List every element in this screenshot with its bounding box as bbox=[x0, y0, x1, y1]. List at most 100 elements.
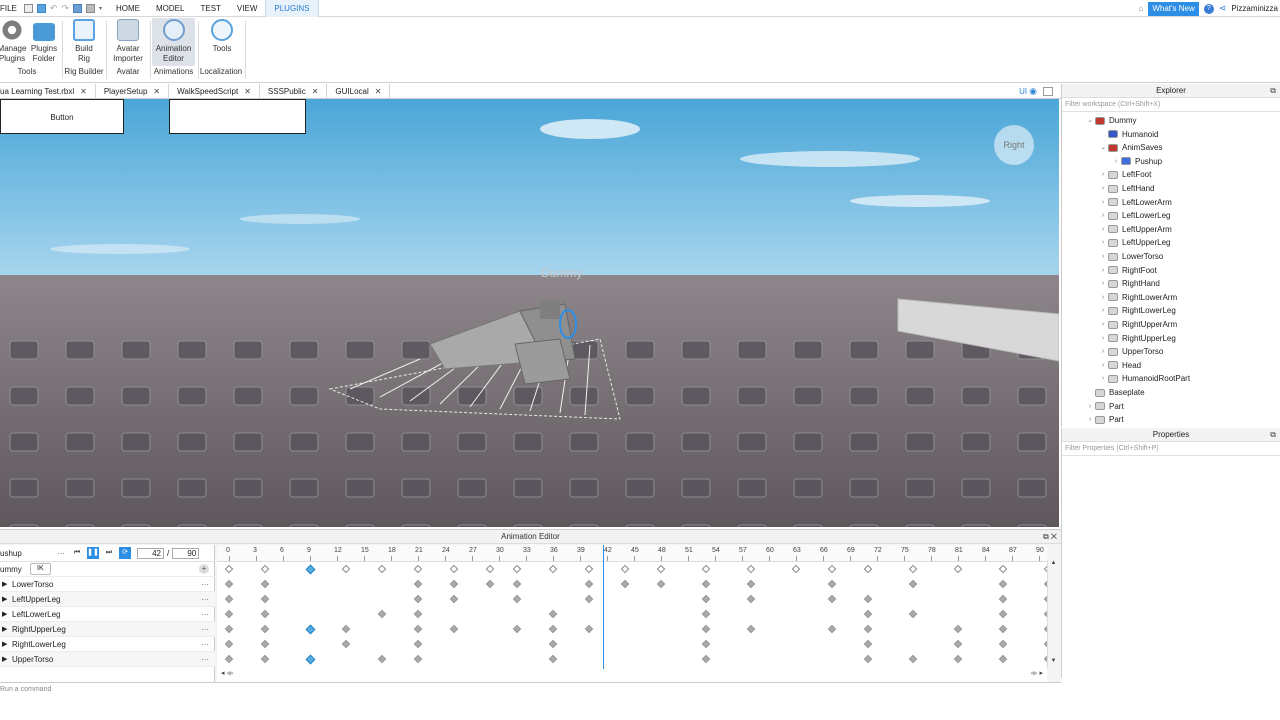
keyframe[interactable] bbox=[413, 624, 423, 634]
collapse-ribbon-icon[interactable]: ⌂ bbox=[1138, 4, 1143, 13]
keyframe[interactable] bbox=[791, 564, 801, 574]
chevron-right-icon[interactable]: › bbox=[1098, 318, 1108, 331]
chevron-right-icon[interactable]: › bbox=[1098, 345, 1108, 358]
keyframe[interactable] bbox=[224, 624, 234, 634]
close-icon[interactable]: ✕ bbox=[312, 87, 319, 96]
keyframe[interactable] bbox=[341, 564, 351, 574]
explorer-filter-input[interactable]: Filter workspace (Ctrl+Shift+X) bbox=[1062, 98, 1280, 112]
keyframe[interactable] bbox=[413, 609, 423, 619]
chevron-right-icon[interactable]: ▶ bbox=[2, 592, 12, 607]
loop-icon[interactable]: ⟳ bbox=[119, 547, 131, 559]
keyframe[interactable] bbox=[260, 654, 270, 664]
keyframe[interactable] bbox=[746, 594, 756, 604]
keyframe[interactable] bbox=[512, 579, 522, 589]
keyframe[interactable] bbox=[701, 564, 711, 574]
tab-place-file[interactable]: ua Learning Test.rbxl ✕ bbox=[0, 84, 96, 99]
skip-back-icon[interactable]: ⏮ bbox=[71, 547, 83, 559]
view-orientation-cube[interactable]: Right bbox=[994, 125, 1034, 165]
close-icon[interactable]: ✕ bbox=[153, 87, 160, 96]
chevron-down-icon[interactable]: ⌄ bbox=[1098, 141, 1108, 154]
keyframe[interactable] bbox=[224, 639, 234, 649]
explorer-item[interactable]: › LeftHand bbox=[1098, 182, 1155, 195]
keyframe[interactable] bbox=[548, 654, 558, 664]
explorer-item[interactable]: › Part bbox=[1085, 413, 1124, 426]
new-file-icon[interactable] bbox=[23, 3, 33, 13]
tab-home[interactable]: HOME bbox=[108, 0, 148, 17]
chevron-right-icon[interactable]: › bbox=[1085, 400, 1095, 413]
chevron-right-icon[interactable]: › bbox=[1085, 413, 1095, 426]
keyframe[interactable] bbox=[485, 564, 495, 574]
keyframe[interactable] bbox=[584, 594, 594, 604]
save-icon[interactable] bbox=[73, 3, 82, 13]
stop-icon[interactable] bbox=[86, 3, 95, 13]
keyframe[interactable] bbox=[377, 564, 387, 574]
chevron-right-icon[interactable]: ▶ bbox=[2, 577, 12, 592]
plugins-folder-button[interactable]: Plugins Folder bbox=[28, 19, 60, 64]
keyframe[interactable] bbox=[260, 639, 270, 649]
keyframe[interactable] bbox=[746, 624, 756, 634]
keyframe[interactable] bbox=[953, 624, 963, 634]
keyframe[interactable] bbox=[413, 594, 423, 604]
keyframe[interactable] bbox=[701, 579, 711, 589]
close-icon[interactable]: ✕ bbox=[244, 87, 251, 96]
keyframe[interactable] bbox=[998, 609, 1008, 619]
explorer-item[interactable]: › LeftFoot bbox=[1098, 168, 1152, 181]
chevron-right-icon[interactable]: › bbox=[1098, 209, 1108, 222]
chevron-right-icon[interactable]: › bbox=[1098, 304, 1108, 317]
keyframe[interactable] bbox=[413, 579, 423, 589]
pin-icon[interactable]: ⧉ bbox=[1270, 428, 1276, 442]
keyframe[interactable] bbox=[224, 609, 234, 619]
keyframe[interactable] bbox=[998, 564, 1008, 574]
keyframe[interactable] bbox=[701, 639, 711, 649]
avatar-importer-button[interactable]: Avatar Importer bbox=[108, 19, 148, 64]
keyframe[interactable] bbox=[701, 609, 711, 619]
keyframe[interactable] bbox=[548, 639, 558, 649]
more-icon[interactable]: ··· bbox=[201, 652, 209, 667]
timeline[interactable]: 0 3 6 9 12 15 18 21 24 27 30 33 36 39 42 45 48 51 54 57 60 63… bbox=[217, 545, 1053, 683]
dropdown-icon[interactable]: ▾ bbox=[99, 5, 102, 12]
3d-viewport[interactable]: Button Dummy Right bbox=[0, 99, 1059, 527]
keyframe[interactable] bbox=[449, 594, 459, 604]
keyframe[interactable] bbox=[953, 639, 963, 649]
keyframe[interactable] bbox=[863, 639, 873, 649]
username[interactable]: Pizzaminizza bbox=[1231, 4, 1278, 13]
keyframe[interactable] bbox=[863, 654, 873, 664]
open-file-icon[interactable] bbox=[36, 3, 46, 13]
undo-icon[interactable]: ↶ bbox=[50, 3, 58, 14]
explorer-item[interactable]: › UpperTorso bbox=[1098, 345, 1164, 358]
keyframe[interactable] bbox=[701, 594, 711, 604]
playhead-scrubber[interactable] bbox=[602, 545, 604, 669]
track-row[interactable]: ▶ LeftLowerLeg ··· bbox=[0, 607, 215, 622]
more-icon[interactable]: ··· bbox=[201, 607, 209, 622]
explorer-item[interactable]: › RightHand bbox=[1098, 277, 1160, 290]
explorer-item[interactable]: ⌄ AnimSaves bbox=[1098, 141, 1162, 154]
keyframe[interactable] bbox=[224, 579, 234, 589]
keyframe[interactable] bbox=[620, 564, 630, 574]
pin-icon[interactable]: ⧉ bbox=[1270, 84, 1276, 98]
keyframe[interactable] bbox=[224, 594, 234, 604]
chevron-right-icon[interactable]: › bbox=[1098, 291, 1108, 304]
keyframe[interactable] bbox=[863, 564, 873, 574]
explorer-item[interactable]: › LowerTorso bbox=[1098, 250, 1164, 263]
help-icon[interactable]: ? bbox=[1203, 3, 1214, 14]
explorer-item[interactable]: › RightUpperArm bbox=[1098, 318, 1177, 331]
tab-player-setup[interactable]: PlayerSetup ✕ bbox=[96, 84, 170, 99]
keyframe[interactable] bbox=[305, 624, 316, 635]
keyframe[interactable] bbox=[827, 564, 837, 574]
tab-test[interactable]: TEST bbox=[192, 0, 228, 17]
more-icon[interactable]: ··· bbox=[201, 577, 209, 592]
keyframe[interactable] bbox=[512, 624, 522, 634]
keyframe[interactable] bbox=[341, 639, 351, 649]
track-row[interactable]: ▶ LowerTorso ··· bbox=[0, 577, 215, 592]
explorer-item[interactable]: ⌄ Dummy bbox=[1085, 114, 1137, 127]
keyframe[interactable] bbox=[512, 564, 522, 574]
keyframe[interactable] bbox=[953, 654, 963, 664]
chevron-right-icon[interactable]: › bbox=[1098, 196, 1108, 209]
chevron-right-icon[interactable]: › bbox=[1098, 168, 1108, 181]
keyframe[interactable] bbox=[548, 564, 558, 574]
chevron-right-icon[interactable]: ▶ bbox=[2, 622, 12, 637]
explorer-item[interactable]: › Part bbox=[1085, 400, 1124, 413]
timeline-scrollbar[interactable]: ▲ ▼ bbox=[1047, 560, 1059, 668]
keyframe[interactable] bbox=[305, 654, 316, 665]
current-frame-input[interactable]: 42 bbox=[137, 547, 164, 559]
